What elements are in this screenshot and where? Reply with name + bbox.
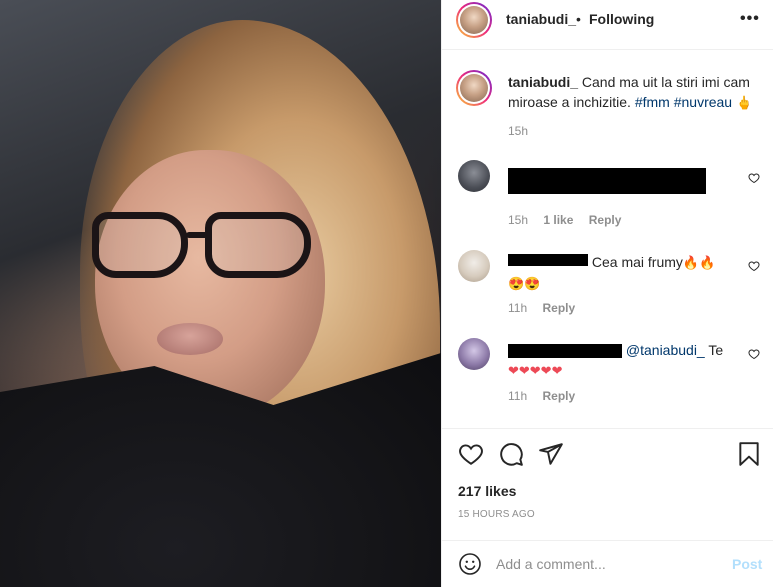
- comment-meta: 15h 1 like Reply: [508, 213, 633, 227]
- comment-body: Cea mai frumy🔥🔥 😍😍: [508, 252, 744, 294]
- likes-count[interactable]: 217 likes: [458, 483, 516, 499]
- comment-avatar[interactable]: [458, 160, 490, 192]
- redacted-username: [508, 254, 588, 267]
- comment-emojis: 🔥🔥: [682, 255, 716, 270]
- header-username[interactable]: taniabudi_: [506, 11, 576, 27]
- header-avatar[interactable]: [456, 2, 492, 38]
- like-comment-heart-icon[interactable]: [748, 260, 760, 272]
- reply-button[interactable]: Reply: [589, 213, 622, 227]
- comment-avatar[interactable]: [458, 250, 490, 282]
- comment-likes[interactable]: 1 like: [543, 213, 573, 227]
- post-header: taniabudi_ • Following •••: [442, 0, 773, 50]
- redacted-comment: [508, 168, 706, 194]
- reply-button[interactable]: Reply: [542, 301, 575, 315]
- comment-time[interactable]: 11h: [508, 389, 527, 403]
- caption-emoji: 🖕: [736, 95, 753, 110]
- reply-button[interactable]: Reply: [542, 389, 575, 403]
- add-comment-bar: Post: [442, 540, 773, 587]
- caption-username[interactable]: taniabudi_: [508, 74, 578, 90]
- like-comment-heart-icon[interactable]: [748, 348, 760, 360]
- comment-time[interactable]: 15h: [508, 213, 528, 227]
- photo-lips: [157, 323, 223, 355]
- post-button[interactable]: Post: [732, 556, 762, 572]
- comment-avatar[interactable]: [458, 338, 490, 370]
- heart-icon[interactable]: [458, 441, 484, 467]
- post-time-ago[interactable]: 15 HOURS AGO: [458, 509, 535, 520]
- comment-text: Cea mai frumy: [591, 254, 683, 270]
- comment-meta: 11h Reply: [508, 389, 587, 403]
- caption-text-block: taniabudi_ Cand ma uit la stiri imi cam …: [508, 72, 764, 113]
- comment-body: [508, 162, 744, 194]
- comment-body: @taniabudi_ Te ❤❤❤❤❤: [508, 340, 744, 381]
- post-photo[interactable]: [0, 0, 441, 587]
- redacted-username: [508, 344, 622, 359]
- hashtag-link[interactable]: #fmm: [635, 94, 670, 110]
- comment-mention[interactable]: @taniabudi_: [626, 342, 705, 358]
- comment-meta: 11h Reply: [508, 301, 587, 315]
- caption-avatar[interactable]: [456, 70, 492, 106]
- share-icon[interactable]: [538, 441, 564, 467]
- emoji-icon[interactable]: [458, 552, 482, 576]
- header-separator-dot: •: [576, 11, 581, 27]
- comment-icon[interactable]: [498, 441, 524, 467]
- comment-emojis-line2: 😍😍: [508, 276, 541, 291]
- following-button[interactable]: Following: [589, 11, 654, 27]
- photo-glasses-right: [205, 212, 311, 278]
- comment-input[interactable]: [496, 551, 716, 577]
- comment-text: Te: [708, 342, 724, 358]
- caption-time[interactable]: 15h: [508, 124, 528, 138]
- post-side-panel: taniabudi_ • Following ••• taniabudi_ Ca…: [441, 0, 773, 587]
- bookmark-icon[interactable]: [736, 441, 762, 467]
- like-comment-heart-icon[interactable]: [748, 172, 760, 184]
- actions-divider: [442, 428, 773, 429]
- photo-glasses-left: [92, 212, 188, 278]
- comment-time[interactable]: 11h: [508, 301, 527, 315]
- hashtag-link[interactable]: #nuvreau: [674, 94, 732, 110]
- more-options-icon[interactable]: •••: [740, 10, 760, 28]
- comment-emojis-line2: ❤❤❤❤❤: [508, 363, 563, 378]
